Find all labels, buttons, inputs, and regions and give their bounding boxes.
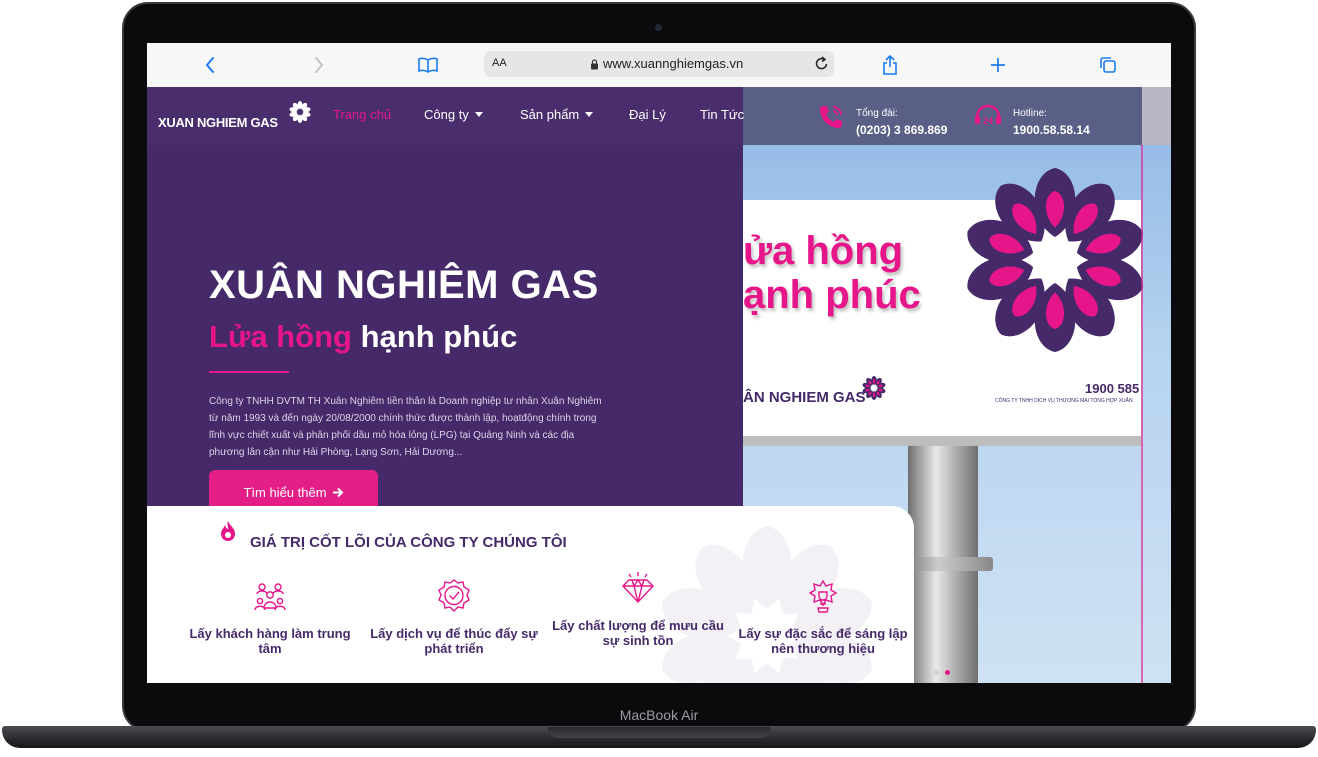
flower-logo-icon (967, 168, 1143, 352)
core-value-label: Lấy khách hàng làm trung tâm (189, 626, 351, 656)
camera (655, 24, 662, 31)
site-logo[interactable]: XUAN NGHIEM GAS (147, 87, 311, 145)
tabs-button[interactable] (1093, 51, 1123, 79)
back-button[interactable] (195, 51, 225, 79)
core-value-label: Lấy sự đặc sắc để sáng lập nên thương hi… (738, 626, 908, 656)
slider-dot[interactable] (934, 670, 939, 675)
nav-item-products[interactable]: Sản phẩm (520, 107, 594, 122)
plus-icon (991, 58, 1005, 72)
customers-icon (254, 583, 286, 611)
core-values-section: GIÁ TRỊ CỐT LÕI CỦA CÔNG TY CHÚNG TÔI Lấ… (147, 506, 914, 683)
book-icon (418, 57, 438, 73)
core-value-item: Lấy sự đặc sắc để sáng lập nên thương hi… (733, 578, 913, 656)
nav-item-home[interactable]: Trang chủ (333, 107, 391, 122)
caret-down-icon (585, 112, 594, 117)
hero-subtitle-rest: hạnh phúc (360, 319, 518, 354)
lock-icon (591, 59, 598, 70)
forward-button[interactable] (304, 51, 334, 79)
nav-item-news[interactable]: Tin Tức (700, 107, 744, 122)
logo-text: XUAN NGHIEM GAS (158, 115, 278, 130)
fire-icon (221, 521, 235, 541)
chevron-right-icon (315, 57, 324, 73)
laptop-notch (548, 727, 770, 738)
share-button[interactable] (875, 51, 905, 79)
hero-divider (209, 371, 289, 373)
hero-subtitle: Lửa hồng hạnh phúc (209, 319, 517, 355)
nav-item-company-label: Công ty (424, 107, 469, 122)
quality-badge-icon (438, 579, 470, 612)
core-value-label: Lấy chất lượng để mưu cầu sự sinh tồn (552, 618, 724, 648)
learn-more-label: Tìm hiểu thêm (243, 484, 327, 500)
screen: AA www.xuannghiemgas.vn ửa hồng ạnh phúc (147, 43, 1171, 683)
hero-description: Công ty TNHH DVTM TH Xuân Nghiêm tiền th… (209, 396, 602, 458)
billboard-slogan-line1: ửa hồng (743, 229, 904, 273)
hotline-24-icon: 24 (975, 104, 1001, 126)
switchboard-number[interactable]: (0203) 3 869.869 (856, 123, 947, 137)
core-value-item: Lấy khách hàng làm trung tâm (180, 578, 360, 656)
billboard-logo-icon (862, 376, 886, 400)
diamond-icon (622, 572, 654, 604)
tabs-icon (1100, 57, 1116, 73)
slider-dots (934, 662, 956, 680)
billboard-slogan-line2: ạnh phúc (743, 273, 921, 317)
core-values-title: GIÁ TRỊ CỐT LÕI CỦA CÔNG TY CHÚNG TÔI (250, 534, 567, 551)
hero-title: XUÂN NGHIÊM GAS (209, 263, 599, 307)
hotline-number[interactable]: 1900.58.58.14 (1013, 123, 1090, 137)
hero-subtitle-highlight: Lửa hồng (209, 319, 352, 354)
reader-aa-button[interactable]: AA (492, 57, 507, 69)
nav-edge (1142, 87, 1171, 145)
switchboard-label: Tổng đài: (856, 108, 898, 119)
caret-down-icon (474, 112, 483, 117)
new-tab-button[interactable] (983, 51, 1013, 79)
slider-dot-active[interactable] (945, 670, 950, 675)
chevron-left-icon (205, 57, 214, 73)
address-bar[interactable]: AA www.xuannghiemgas.vn (484, 51, 834, 77)
billboard-company: CÔNG TY TNHH DỊCH VỤ THƯƠNG MẠI TỔNG HỢP… (995, 398, 1133, 404)
billboard-logo: ÂN NGHIEM GAS (743, 389, 866, 406)
model-label: MacBook Air (619, 707, 699, 723)
browser-toolbar: AA www.xuannghiemgas.vn (147, 43, 1171, 88)
arrow-right-icon (332, 487, 343, 497)
core-value-label: Lấy dịch vụ để thúc đẩy sự phát triển (370, 626, 538, 656)
share-icon (883, 55, 897, 75)
core-value-item: Lấy chất lượng để mưu cầu sự sinh tồn (548, 570, 728, 648)
banner-edge (1141, 145, 1143, 683)
reload-icon[interactable] (815, 56, 829, 71)
svg-text:24: 24 (983, 116, 993, 126)
nav-item-company[interactable]: Công ty (424, 107, 483, 122)
logo-flower-icon (289, 101, 311, 123)
phone-icon (820, 106, 842, 128)
nav-item-dealers[interactable]: Đại Lý (629, 107, 666, 122)
url-text: www.xuannghiemgas.vn (603, 56, 744, 71)
billboard-phone: 1900 585 (1085, 381, 1140, 396)
billboard-frame (743, 436, 1141, 446)
web-page: ửa hồng ạnh phúc ÂN NGHIEM GAS 1900 585 … (147, 87, 1171, 683)
award-icon (808, 579, 838, 613)
nav-item-products-label: Sản phẩm (520, 107, 580, 122)
core-value-item: Lấy dịch vụ để thúc đẩy sự phát triển (364, 578, 544, 656)
hotline-label: Hotline: (1013, 108, 1047, 119)
bookmarks-button[interactable] (413, 51, 443, 79)
